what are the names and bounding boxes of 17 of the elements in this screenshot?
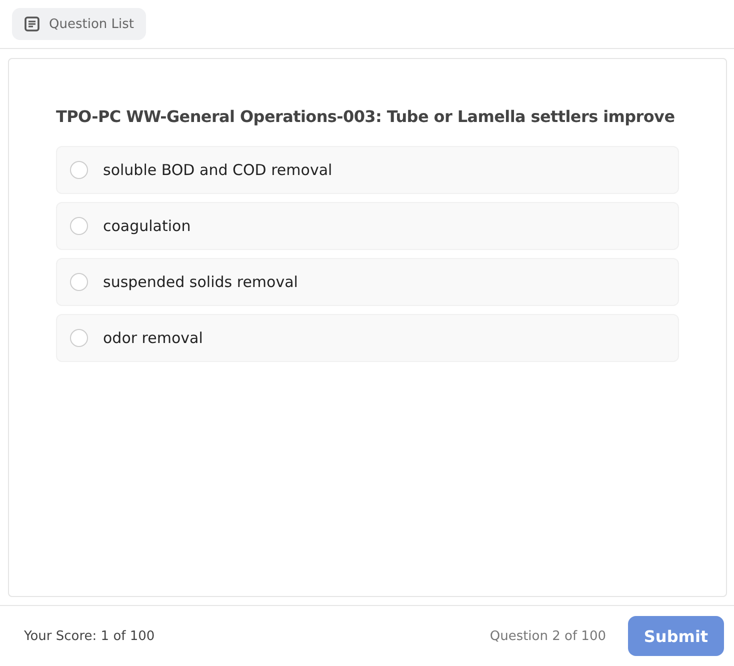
question-text: TPO-PC WW-General Operations-003: Tube or Lamella settlers improve [56,107,676,126]
list-icon [24,16,40,32]
question-list-button[interactable]: Question List [12,8,146,40]
option-label: suspended solids removal [103,273,298,291]
score-text: Your Score: 1 of 100 [24,628,155,644]
radio-button[interactable] [70,161,88,179]
answer-option[interactable]: suspended solids removal [56,258,679,306]
question-counter: Question 2 of 100 [490,628,606,644]
option-label: odor removal [103,329,203,347]
option-label: coagulation [103,217,191,235]
answer-option[interactable]: coagulation [56,202,679,250]
radio-button[interactable] [70,217,88,235]
radio-button[interactable] [70,273,88,291]
option-label: soluble BOD and COD removal [103,161,332,179]
answer-option[interactable]: soluble BOD and COD removal [56,146,679,194]
radio-button[interactable] [70,329,88,347]
answer-option[interactable]: odor removal [56,314,679,362]
